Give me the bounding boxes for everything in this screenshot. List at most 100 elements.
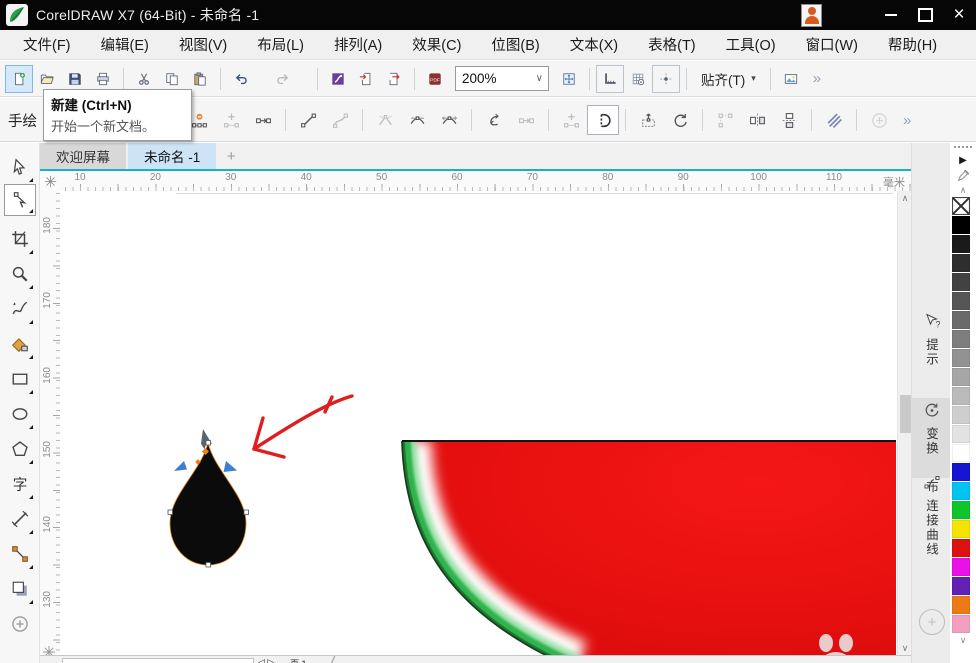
search-content-button[interactable] [324,65,352,93]
horizontal-ruler[interactable]: 毫米 10 20 30 40 50 60 70 80 90 100 110 [60,171,911,192]
options-button[interactable] [777,65,805,93]
minimize-button[interactable] [874,0,908,30]
close-button[interactable]: × [942,0,976,31]
color-swatch[interactable] [952,387,970,405]
ruler-origin-icon[interactable] [40,171,60,191]
tab-untitled-1[interactable]: 未命名 -1 [128,143,217,169]
palette-expand-arrow-icon[interactable]: ▶ [950,154,976,167]
color-swatch[interactable] [952,482,970,500]
publish-pdf-button[interactable]: PDF [421,65,449,93]
scrollbar-thumb[interactable] [899,395,911,433]
menu-文本(X)[interactable]: 文本(X) [555,30,633,59]
undo-button[interactable] [227,65,255,93]
color-swatch[interactable] [952,330,970,348]
color-swatch[interactable] [952,520,970,538]
scroll-up-icon[interactable]: ∧ [898,191,912,205]
pick-tool[interactable] [5,149,35,184]
color-swatch[interactable] [952,273,970,291]
color-swatch[interactable] [952,463,970,481]
color-swatch[interactable] [952,577,970,595]
color-swatch[interactable] [952,216,970,234]
docker-tab-transform[interactable]: 变换 [912,398,951,478]
color-eyedropper-icon[interactable] [950,167,976,184]
docker-tab-hints[interactable]: ? 提示 [912,313,951,393]
color-swatch[interactable] [952,368,970,386]
menu-文件(F)[interactable]: 文件(F) [8,30,86,59]
shape-tool[interactable] [3,184,36,216]
smart-fill-tool[interactable] [5,326,35,361]
rotate-nodes-button[interactable] [664,105,696,135]
add-docker-button[interactable]: + [919,609,945,635]
zoom-tool[interactable] [5,256,35,291]
add-document-tab[interactable]: + [218,143,244,169]
show-grid-button[interactable] [624,65,652,93]
color-swatch[interactable] [952,444,970,462]
color-swatch[interactable] [952,558,970,576]
curve-smoothness-button[interactable] [863,105,895,135]
tab-welcome-screen[interactable]: 欢迎屏幕 [40,143,126,169]
delete-node-button[interactable] [215,105,247,135]
ellipse-tool[interactable] [5,396,35,431]
export-button[interactable] [380,65,408,93]
docker-tab-connect-curves[interactable]: 连接曲线 [912,474,951,598]
rectangle-tool[interactable] [5,361,35,396]
polygon-tool[interactable] [5,431,35,466]
zoom-fit-button[interactable] [555,65,583,93]
color-swatch[interactable] [952,292,970,310]
color-swatch[interactable] [952,254,970,272]
import-button[interactable] [352,65,380,93]
stretch-nodes-button[interactable] [632,105,664,135]
watermelon-slice[interactable] [401,440,896,663]
palette-scroll-down-icon[interactable]: ∨ [950,634,976,647]
new-button[interactable] [5,64,33,93]
menu-表格(T)[interactable]: 表格(T) [633,30,711,59]
color-swatch[interactable] [952,349,970,367]
undo-dropdown[interactable] [255,65,269,93]
toolbar-overflow-icon[interactable]: » [805,70,827,87]
join-nodes-button[interactable] [247,105,279,135]
menu-帮助(H)[interactable]: 帮助(H) [873,30,952,59]
show-rulers-button[interactable] [596,64,624,93]
canvas[interactable] [60,191,897,663]
color-swatch[interactable] [952,406,970,424]
drop-shadow-tool[interactable] [5,571,35,606]
cusp-node-button[interactable] [369,105,401,135]
menu-编辑(E)[interactable]: 编辑(E) [86,30,164,59]
close-curve-button[interactable] [587,105,619,135]
zoom-level-combo[interactable]: 200% ∨ [455,66,549,91]
color-swatch-none[interactable] [952,197,970,215]
horizontal-scrollbar[interactable] [62,658,254,663]
menu-窗口(W)[interactable]: 窗口(W) [791,30,873,59]
extract-subpath-button[interactable] [555,105,587,135]
vertical-scrollbar[interactable]: ∧ ∨ [897,191,912,655]
color-swatch[interactable] [952,596,970,614]
menu-布局(L)[interactable]: 布局(L) [242,30,319,59]
convert-to-curve-button[interactable] [324,105,356,135]
more-tools-button[interactable] [5,606,35,641]
smooth-node-button[interactable] [401,105,433,135]
extend-curve-button[interactable] [510,105,542,135]
menu-效果(C)[interactable]: 效果(C) [397,30,476,59]
freehand-tool[interactable] [5,291,35,326]
reflect-horizontal-button[interactable] [741,105,773,135]
palette-drag-handle[interactable] [954,146,972,154]
vertical-ruler[interactable]: 180 170 160 150 140 130 [40,191,61,655]
menu-工具(O)[interactable]: 工具(O) [711,30,791,59]
align-nodes-button[interactable] [709,105,741,135]
page-nav-icons[interactable]: ◁ ▷ [258,657,274,663]
symmetrical-node-button[interactable] [433,105,465,135]
page-tab[interactable]: 页 1 [290,657,307,663]
property-bar-overflow-icon[interactable]: » [895,112,917,129]
redo-button[interactable] [269,65,297,93]
account-icon[interactable] [801,3,822,27]
menu-排列(A)[interactable]: 排列(A) [319,30,397,59]
connector-tool[interactable] [5,536,35,571]
text-tool[interactable]: 字 [5,466,35,501]
reflect-vertical-button[interactable] [773,105,805,135]
elastic-mode-button[interactable] [818,105,850,135]
snap-to-dropdown[interactable]: 贴齐(T) ▾ [693,65,764,93]
palette-scroll-up-icon[interactable]: ∧ [950,184,976,197]
color-swatch[interactable] [952,615,970,633]
crop-tool[interactable] [5,221,35,256]
menu-位图(B)[interactable]: 位图(B) [476,30,554,59]
